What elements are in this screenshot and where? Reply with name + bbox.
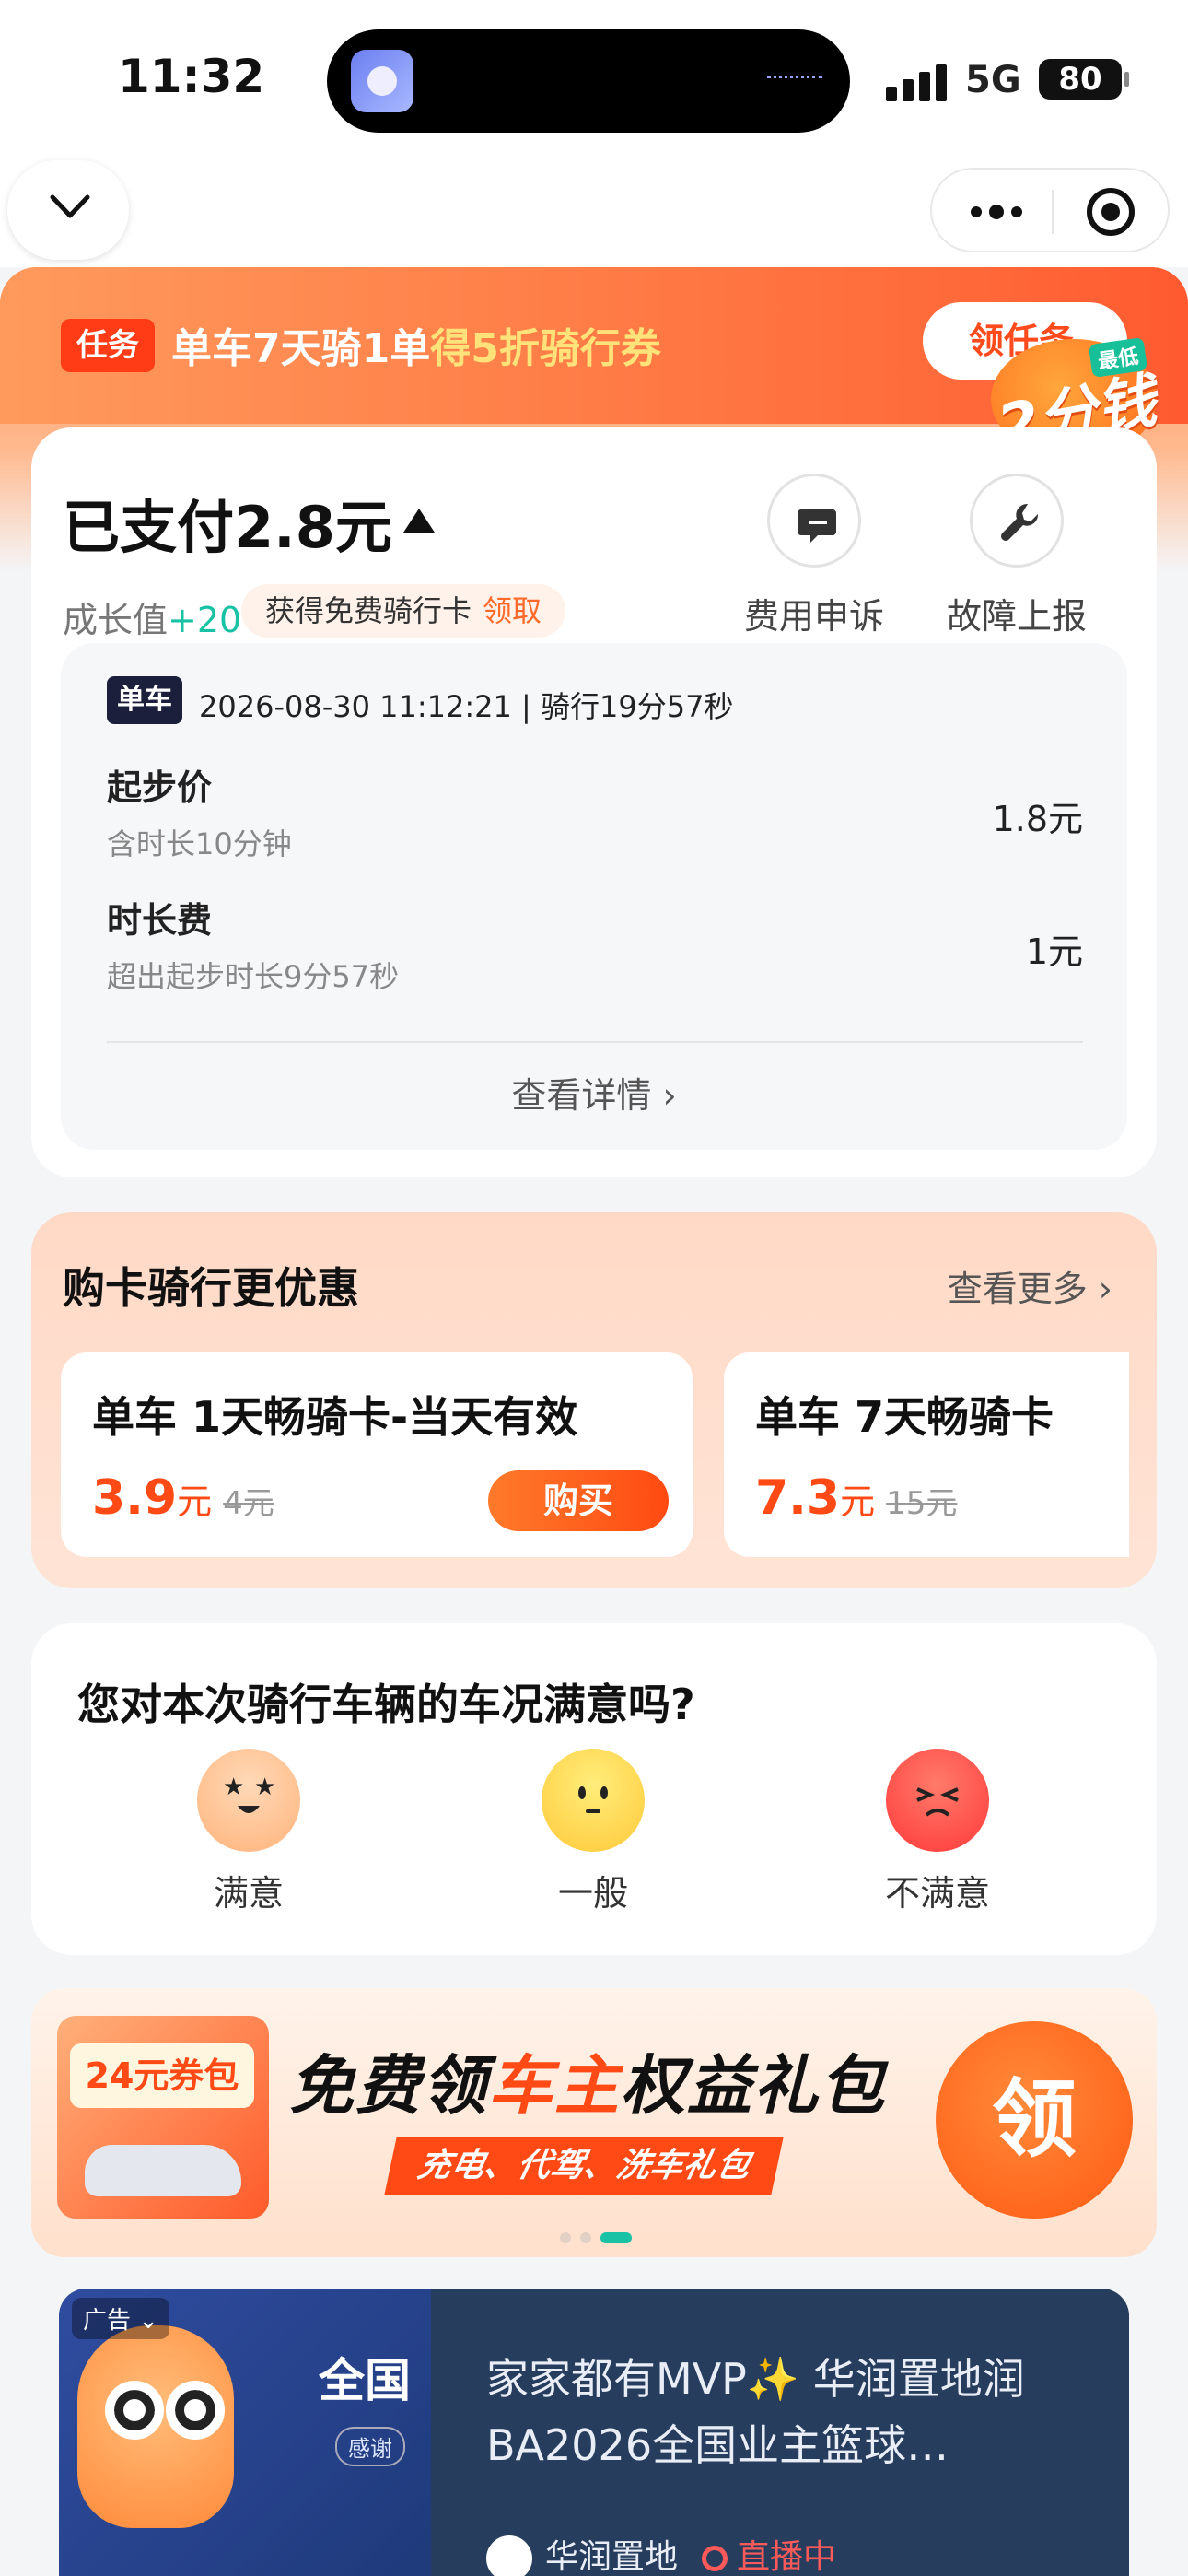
signal-icon: [886, 64, 950, 101]
music-app-icon: [351, 50, 413, 112]
satisfaction-card: 您对本次骑行车辆的车况满意吗? ★ ★ 满意 一般 不满意: [31, 1623, 1157, 1955]
pass-card-7day[interactable]: 单车 7天畅骑卡 7.3元 15元: [724, 1352, 1129, 1557]
mini-program-capsule: [930, 168, 1170, 252]
chevron-right-icon: ›: [1098, 1269, 1112, 1309]
banner-subtitle: 充电、代驾、洗车礼包: [384, 2137, 784, 2195]
carousel-dots: [560, 2230, 641, 2247]
free-card-pill[interactable]: 获得免费骑行卡 领取: [241, 584, 566, 638]
paid-amount[interactable]: 已支付2.8元: [63, 481, 392, 564]
ad-title: 家家都有MVP✨ 华润置地润BA2026全国业主篮球…: [486, 2354, 1025, 2470]
task-tag: 任务: [61, 319, 155, 372]
capsule-divider: [1052, 190, 1054, 234]
ad-tag[interactable]: 广告 ⌄: [72, 2298, 170, 2339]
car-icon: [85, 2145, 241, 2196]
ad-image: 广告 ⌄ 全国 感谢: [59, 2289, 431, 2576]
divider: [107, 1041, 1083, 1043]
status-time: 11:32: [118, 50, 265, 103]
svg-text:★: ★: [223, 1774, 244, 1801]
chevron-right-icon: ›: [662, 1075, 677, 1116]
ad-content: 家家都有MVP✨ 华润置地润BA2026全国业主篮球… 华润置地 直播中: [431, 2289, 1129, 2576]
rating-unsatisfied[interactable]: 不满意: [855, 1749, 1020, 1915]
svg-text:★: ★: [254, 1774, 275, 1801]
claim-button[interactable]: 领: [936, 2021, 1133, 2219]
happy-face-icon: ★ ★: [197, 1749, 300, 1852]
pass-price: 3.9元 4元: [92, 1470, 274, 1526]
ad-image-title: 全国: [319, 2354, 411, 2407]
fee-appeal-button[interactable]: 费用申诉: [740, 474, 888, 638]
task-banner[interactable]: 任务 单车7天骑1单得5折骑行券 领任务 最低 2分钱: [0, 267, 1188, 462]
promo-banner[interactable]: 24元券包 免费领车主权益礼包 充电、代驾、洗车礼包 领: [31, 1988, 1157, 2257]
growth-value: 成长值+20: [63, 600, 242, 640]
close-target-icon[interactable]: [1087, 188, 1135, 236]
fee-appeal-label: 费用申诉: [743, 596, 884, 637]
chat-icon: [767, 474, 861, 568]
view-more-link[interactable]: 查看更多 ›: [948, 1260, 1112, 1311]
task-text: 单车7天骑1单得5折骑行券: [171, 325, 661, 372]
battery-icon: 80: [1039, 59, 1129, 100]
ad-footer: 华润置地 直播中: [486, 2530, 836, 2576]
more-icon[interactable]: [969, 199, 1024, 225]
fee-row-duration: 时长费 超出起步时长9分57秒 1元: [107, 900, 1083, 994]
network-label: 5G: [965, 59, 1021, 101]
ad-image-sub: 感谢: [335, 2427, 405, 2466]
status-bar: 11:32 5G 80: [0, 0, 1188, 157]
ride-detail: 单车 2026-08-30 11:12:21 | 骑行19分57秒 起步价 含时…: [61, 643, 1127, 1150]
ride-meta: 2026-08-30 11:12:21 | 骑行19分57秒: [199, 689, 734, 724]
angry-face-icon: [886, 1749, 989, 1852]
fault-report-label: 故障上报: [946, 596, 1087, 637]
chevron-down-icon: [50, 194, 90, 218]
bike-type-tag: 单车: [107, 676, 182, 724]
buy-button[interactable]: 购买: [488, 1470, 669, 1531]
rating-neutral[interactable]: 一般: [510, 1749, 676, 1915]
pass-price: 7.3元 15元: [755, 1470, 958, 1526]
coupon-label: 24元券包: [70, 2043, 254, 2108]
live-badge: 直播中: [702, 2538, 836, 2576]
fee-row-start: 起步价 含时长10分钟 1.8元: [107, 767, 1083, 861]
brand-logo-icon: [486, 2535, 532, 2576]
collapse-button[interactable]: [7, 160, 129, 260]
ad-card[interactable]: 广告 ⌄ 全国 感谢 家家都有MVP✨ 华润置地润BA2026全国业主篮球… 华…: [59, 2289, 1129, 2576]
payment-card: 已支付2.8元 成长值+20 获得免费骑行卡 领取 费用申诉 故障上报 单车 20…: [31, 427, 1157, 1177]
view-detail-link[interactable]: 查看详情 ›: [61, 1067, 1127, 1118]
buy-card-section: 购卡骑行更优惠 查看更多 › 单车 1天畅骑卡-当天有效 3.9元 4元 购买 单…: [31, 1212, 1157, 1588]
wrench-icon: [970, 474, 1064, 568]
rating-satisfied[interactable]: ★ ★ 满意: [166, 1749, 332, 1915]
chevron-down-icon: ⌄: [138, 2307, 159, 2335]
pass-card-1day[interactable]: 单车 1天畅骑卡-当天有效 3.9元 4元 购买: [61, 1352, 693, 1557]
audio-wave-icon: [767, 76, 822, 87]
coupon-illustration: 24元券包: [57, 2016, 269, 2219]
mascot-image: [77, 2325, 234, 2528]
nav-bar: [0, 157, 1188, 267]
dynamic-island: [327, 29, 850, 133]
caret-up-icon[interactable]: [403, 509, 435, 533]
neutral-face-icon: [542, 1749, 645, 1852]
buy-card-title: 购卡骑行更优惠: [63, 1263, 359, 1313]
free-card-claim: 领取: [483, 593, 542, 628]
banner-title: 免费领车主权益礼包: [289, 2048, 886, 2124]
fault-report-button[interactable]: 故障上报: [943, 474, 1090, 638]
satisfaction-question: 您对本次骑行车辆的车况满意吗?: [77, 1680, 695, 1729]
